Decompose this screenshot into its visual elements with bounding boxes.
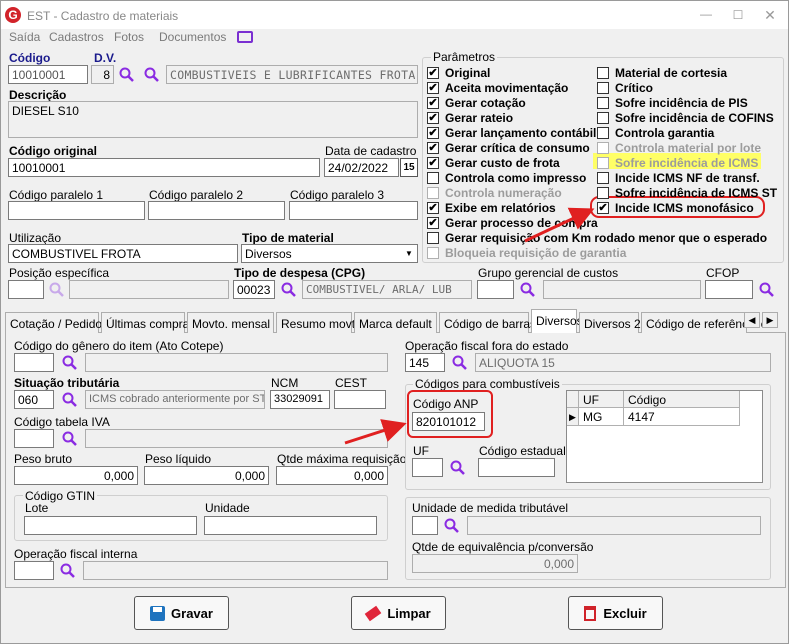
eraser-icon bbox=[365, 605, 382, 621]
gravar-label: Gravar bbox=[171, 605, 213, 621]
limpar-button[interactable]: Limpar bbox=[351, 596, 446, 630]
trash-icon bbox=[584, 605, 597, 621]
excluir-button[interactable]: Excluir bbox=[568, 596, 663, 630]
arrow-to-monofasico bbox=[524, 207, 595, 243]
gravar-button[interactable]: Gravar bbox=[134, 596, 229, 630]
arrow-to-anp bbox=[344, 419, 407, 445]
limpar-label: Limpar bbox=[387, 605, 431, 621]
floppy-icon bbox=[150, 605, 166, 621]
annotation-arrows bbox=[344, 207, 595, 445]
window: G EST - Cadastro de materiais — ☐ ✕ Saíd… bbox=[0, 0, 789, 644]
excluir-label: Excluir bbox=[603, 605, 647, 621]
